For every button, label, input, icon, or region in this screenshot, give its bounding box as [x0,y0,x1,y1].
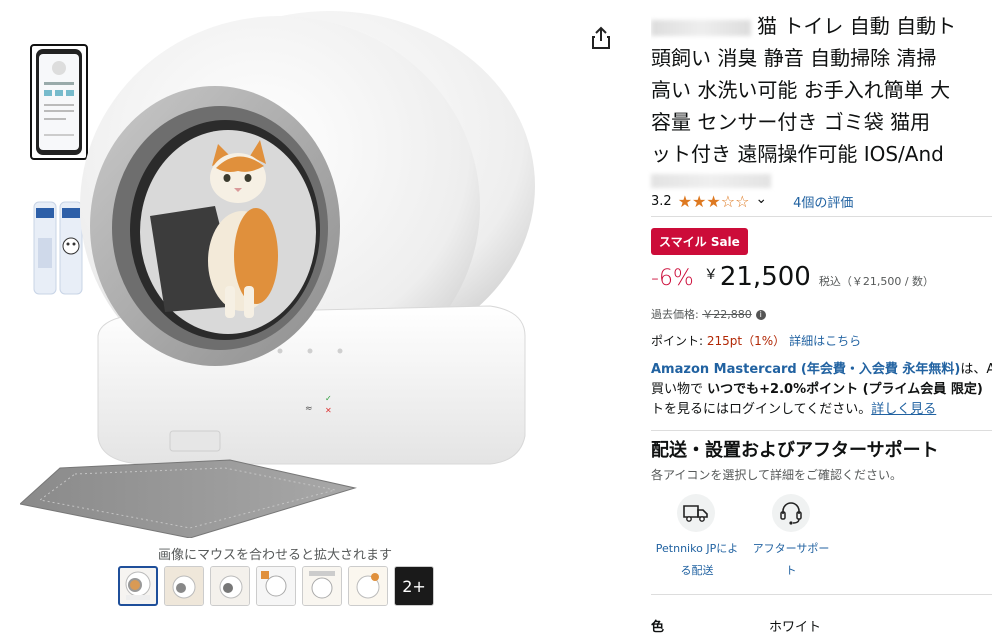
info-icon[interactable]: i [755,310,766,320]
card-login-note: トを見るにはログインしてください。 [651,402,872,417]
past-price: 過去価格: ￥22,880 i [651,306,766,322]
currency-symbol: ￥ [703,267,718,283]
support-label-line2: ト [785,564,797,577]
thumbnail-5[interactable] [302,566,342,606]
title-line-4: 容量 センサー付き ゴミ袋 猫用 [651,110,931,134]
card-prime-note: (プライム会員 限定) [858,382,983,397]
color-attribute-row: 色 ホワイト [651,616,821,635]
svg-text:✕: ✕ [325,406,332,415]
thumbnail-2[interactable] [164,566,204,606]
color-label: 色 [651,620,665,635]
past-price-label: 過去価格: [651,308,703,321]
svg-text:✓: ✓ [325,394,332,403]
thumbnail-1[interactable] [118,566,158,606]
blurred-brand [651,19,751,36]
title-line-5: ット付き 遠隔操作可能 IOS/And [651,142,944,166]
delivery-truck-button[interactable] [677,494,715,532]
thumbnail-3[interactable] [210,566,250,606]
thumbnail-strip: 2+ [118,566,434,606]
share-icon[interactable] [590,26,612,50]
card-learn-more-link[interactable]: 詳しく見る [871,402,936,417]
truck-icon [683,505,708,522]
points-label: ポイント: [651,334,707,348]
product-title: 猫 トイレ 自動 自動ト 頭飼い 消臭 静音 自動掃除 清掃 高い 水洗い可能 … [651,10,991,170]
after-support-label[interactable]: アフターサポー ト [746,538,836,582]
product-main-image[interactable]: ≈ ✓ ✕ [20,6,560,538]
card-line2-prefix: 買い物で [651,382,708,397]
points-value: 215pt（1%） [706,334,786,348]
svg-text:≈: ≈ [305,404,313,414]
points-details-link[interactable]: 詳細はこちら [789,334,861,348]
tax-note: 税込（￥21,500 / 数） [818,275,935,288]
blurred-store-link [651,174,771,188]
star-rating-icon[interactable]: ★★★☆☆ [678,192,750,211]
card-promotion: Amazon Mastercard (年会費・入会費 永年無料)は、A 買い物で… [651,360,992,420]
rating-value: 3.2 [651,194,672,209]
delivery-section-subtitle: 各アイコンを選択して詳細をご確認ください。 [651,468,903,482]
divider [651,594,992,595]
price-row: -6% ￥ 21,500 税込（￥21,500 / 数） [651,262,934,292]
divider [651,216,992,217]
zoom-hint: 画像にマウスを合わせると拡大されます [158,548,393,563]
after-support-button[interactable] [772,494,810,532]
title-line-2: 頭飼い 消臭 静音 自動掃除 清掃 [651,46,937,70]
title-line-3: 高い 水洗い可能 お手入れ簡単 大 [651,78,951,102]
sale-badge: スマイル Sale [651,228,748,255]
more-thumbnails-button[interactable]: 2+ [394,566,434,606]
points-row: ポイント: 215pt（1%） 詳細はこちら [651,332,861,349]
chevron-down-icon[interactable]: ⌄ [755,191,767,207]
discount-percent: -6% [651,266,694,291]
divider [651,430,992,431]
card-fee-note: (年会費・入会費 永年無料) [800,362,961,377]
delivery-label-line1: Petnniko JPによ [655,542,739,555]
support-label-line1: アフターサポー [752,542,830,555]
thumbnail-4[interactable] [256,566,296,606]
delivery-truck-label[interactable]: Petnniko JPによ る配送 [650,538,744,582]
rating-row: 3.2 ★★★☆☆ ⌄ 4個の評価 [651,191,853,212]
headset-icon [780,502,802,525]
delivery-section-title: 配送・設置およびアフターサポート [651,440,939,461]
delivery-label-line2: る配送 [680,564,714,577]
card-name-link[interactable]: Amazon Mastercard [651,362,797,377]
color-value: ホワイト [769,620,822,635]
review-count-link[interactable]: 4個の評価 [793,192,853,211]
past-price-value: ￥22,880 [702,308,752,321]
title-line-1: 猫 トイレ 自動 自動ト [757,14,957,38]
card-line1-tail: は、A [960,362,992,377]
card-points-bonus: いつでも+2.0%ポイント [707,382,859,397]
thumbnail-6[interactable] [348,566,388,606]
price-value: 21,500 [719,262,811,292]
